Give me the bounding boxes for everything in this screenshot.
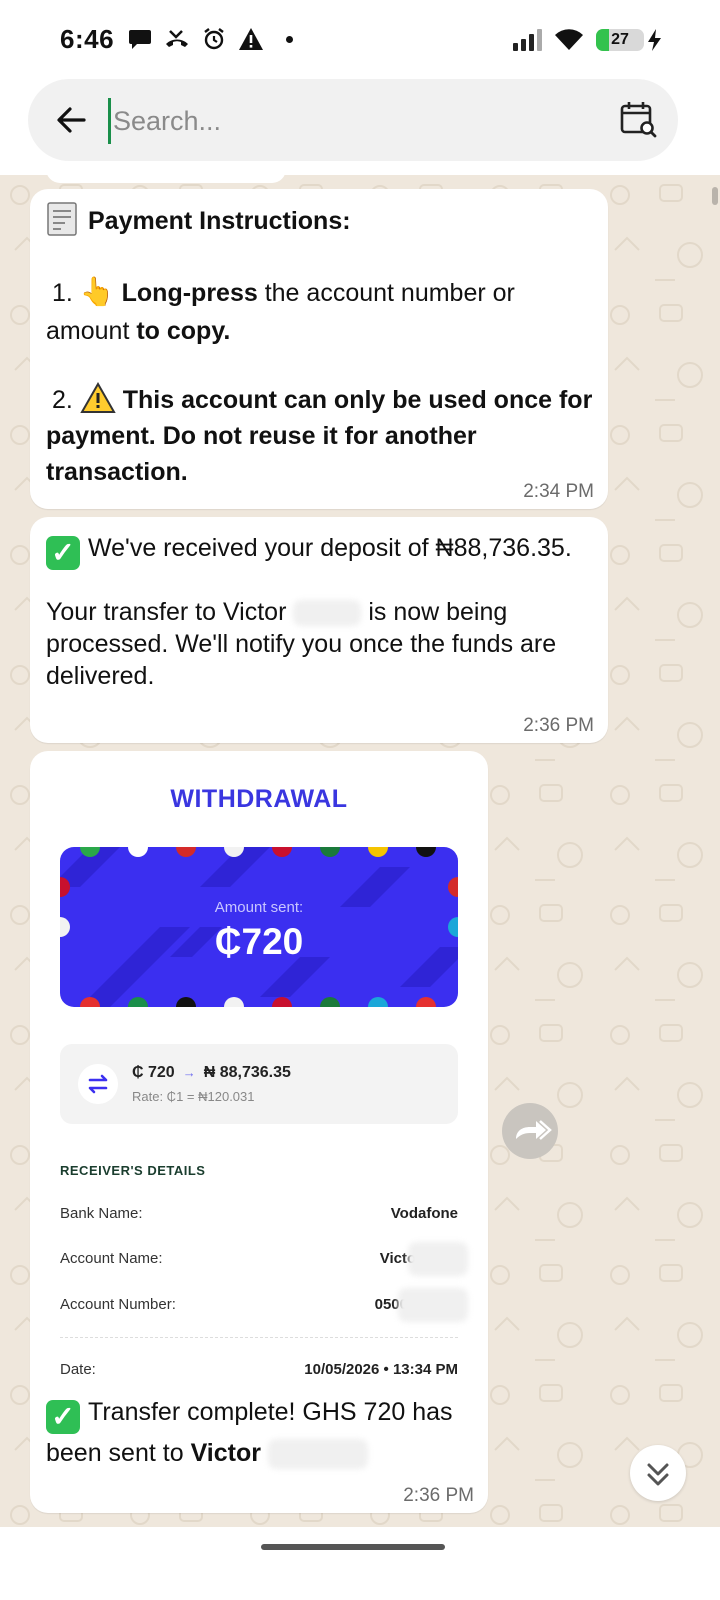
redacted-account-name	[408, 1242, 468, 1276]
charging-icon	[648, 29, 661, 51]
missed-call-icon	[166, 30, 188, 47]
forward-icon	[516, 1120, 552, 1140]
pointing-hand-icon: 👆	[79, 276, 115, 307]
redacted-name	[293, 600, 362, 627]
arrow-right-icon: →	[182, 1065, 196, 1080]
instructions-title: Payment Instructions:	[88, 207, 351, 235]
account-number-row: Account Number: 0500	[60, 1288, 468, 1322]
back-arrow-icon[interactable]	[52, 101, 90, 139]
check-mark-icon: ✓	[46, 536, 80, 570]
chat-icon	[129, 30, 151, 49]
conversion-box: ₵ 720 → ₦ 88,736.35 Rate: ₵1 = ₦120.031	[60, 1044, 458, 1124]
message-time: 2:34 PM	[523, 481, 594, 502]
message-time: 2:36 PM	[523, 715, 594, 736]
redacted-account-number	[398, 1288, 468, 1322]
date-row: Date: 10/05/2026 • 13:34 PM	[60, 1361, 458, 1378]
receipt-title: WITHDRAWAL	[170, 785, 348, 813]
notification-icons	[128, 27, 293, 51]
conversion-amounts: ₵ 720 → ₦ 88,736.35	[132, 1064, 291, 1081]
navigation-bar	[0, 1527, 720, 1600]
amount-value: ₵720	[214, 921, 304, 962]
receipt-caption: ✓ Transfer complete! GHS 720 has been sen…	[46, 1393, 466, 1472]
withdrawal-receipt-image[interactable]: WITHDRAWAL Amount sent: ₵720 ₵ 720 → ₦ 8…	[38, 759, 480, 1379]
alarm-icon	[204, 28, 224, 50]
chat-area[interactable]: Payment Instructions: 1. 👆 Long-press th…	[0, 175, 720, 1527]
battery-icon: 27	[596, 29, 644, 51]
warning-emoji-icon	[80, 381, 116, 413]
divider	[60, 1337, 458, 1338]
dot-icon	[286, 35, 293, 43]
message-time: 2:36 PM	[403, 1485, 474, 1506]
home-indicator[interactable]	[261, 1544, 445, 1550]
amount-card: Amount sent: ₵720	[60, 847, 458, 1007]
forward-button[interactable]	[502, 1103, 558, 1159]
system-icons: 27	[513, 28, 662, 52]
instructions-title-line: Payment Instructions:	[46, 201, 596, 243]
exchange-rate: Rate: ₵1 = ₦120.031	[132, 1089, 255, 1104]
double-chevron-down-icon	[647, 1463, 669, 1486]
wifi-icon	[555, 29, 583, 50]
transfer-status-line: Your transfer to Victor is now being pro…	[46, 598, 557, 690]
status-time: 6:46	[60, 24, 115, 54]
search-bar	[28, 79, 678, 161]
account-name-row: Account Name: Victor	[60, 1242, 468, 1276]
scrollbar-thumb[interactable]	[712, 187, 718, 205]
previous-message-edge	[46, 175, 286, 183]
redacted-name	[267, 1439, 368, 1470]
calendar-search-icon[interactable]	[618, 99, 658, 139]
message-withdrawal-receipt[interactable]: WITHDRAWAL Amount sent: ₵720 ₵ 720 → ₦ 8…	[30, 751, 488, 1513]
status-bar: 6:46 27	[0, 0, 720, 80]
search-input[interactable]	[108, 98, 535, 144]
receiver-details-heading: RECEIVER'S DETAILS	[60, 1163, 206, 1178]
swap-icon	[78, 1064, 118, 1104]
scroll-to-bottom-button[interactable]	[630, 1445, 686, 1501]
message-payment-instructions[interactable]: Payment Instructions: 1. 👆 Long-press th…	[30, 189, 608, 509]
deposit-line: ✓ We've received your deposit of ₦88,736.…	[46, 529, 586, 570]
check-mark-icon: ✓	[46, 1400, 80, 1434]
message-deposit-received[interactable]: ✓ We've received your deposit of ₦88,736.…	[30, 517, 608, 743]
warning-icon	[239, 28, 263, 50]
bank-name-row: Bank Name: Vodafone	[60, 1205, 458, 1222]
battery-percent: 27	[611, 31, 629, 48]
amount-label: Amount sent:	[214, 899, 304, 916]
signal-icon	[513, 29, 542, 51]
receipt-emoji-icon	[47, 202, 77, 236]
instruction-1: 1. 👆 Long-press the account number or am…	[46, 276, 515, 345]
instruction-2: 2. This account can only be used once fo…	[46, 381, 596, 490]
